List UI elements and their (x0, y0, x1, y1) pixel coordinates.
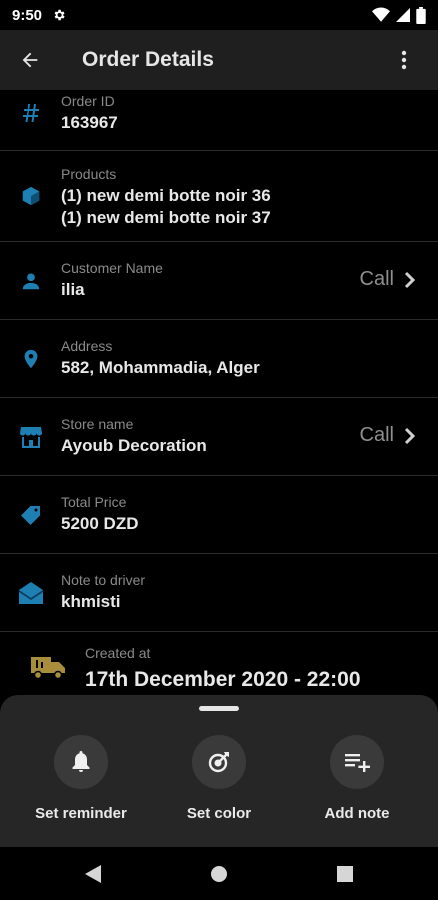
row-created-at: Created at 17th December 2020 - 22:00 (0, 632, 438, 696)
price-tag-icon (18, 502, 44, 528)
set-color-button[interactable]: Set color (159, 735, 279, 822)
back-button[interactable] (2, 32, 58, 88)
address-label: Address (61, 338, 113, 354)
nav-back-button[interactable] (82, 863, 104, 885)
nav-back-icon (85, 865, 101, 883)
chevron-right-icon (404, 427, 416, 444)
settings-gear-icon (54, 9, 65, 21)
total-price-value: 5200 DZD (61, 514, 139, 533)
delivery-truck-icon (28, 648, 68, 684)
bell-icon (72, 751, 90, 772)
app-bar: Order Details (0, 30, 438, 90)
nav-recents-icon (337, 866, 353, 882)
order-details-list: Order ID 163967 Products (1) new demi bo… (0, 90, 438, 696)
row-customer-name: Customer Name ilia Call (0, 242, 438, 320)
products-label: Products (61, 166, 117, 182)
call-customer-button[interactable]: Call (360, 268, 416, 291)
bottom-sheet: Set reminder Set color Add note (0, 695, 438, 847)
store-name-label: Store name (61, 416, 134, 432)
call-label: Call (359, 268, 394, 290)
status-time: 9:50 (12, 6, 43, 24)
color-target-icon (208, 752, 229, 773)
set-reminder-circle[interactable] (54, 735, 108, 789)
store-icon (18, 424, 44, 450)
call-store-button[interactable]: Call (360, 424, 416, 447)
location-pin-icon (18, 346, 44, 372)
person-icon (18, 268, 44, 294)
playlist-add-icon (345, 754, 370, 772)
address-value: 582, Mohammadia, Alger (61, 358, 260, 377)
nav-recents-button[interactable] (334, 863, 356, 885)
wifi-icon (372, 7, 390, 22)
note-label: Note to driver (61, 572, 146, 588)
row-store-name: Store name Ayoub Decoration Call (0, 398, 438, 476)
envelope-icon (18, 580, 44, 606)
sheet-drag-handle[interactable] (199, 706, 239, 711)
store-name-value: Ayoub Decoration (61, 436, 207, 455)
product-item: (1) new demi botte noir 36 (61, 186, 271, 205)
set-color-label: Set color (186, 805, 252, 822)
created-at-label: Created at (85, 645, 151, 661)
system-navigation-bar (0, 847, 438, 900)
customer-name-label: Customer Name (61, 260, 163, 276)
row-address: Address 582, Mohammadia, Alger (0, 320, 438, 398)
cellular-signal-icon (396, 8, 410, 22)
add-note-circle[interactable] (330, 735, 384, 789)
add-note-label: Add note (324, 805, 390, 822)
page-title: Order Details (82, 48, 214, 71)
chevron-right-icon (404, 271, 416, 288)
set-reminder-button[interactable]: Set reminder (21, 735, 141, 822)
call-label: Call (359, 424, 394, 446)
customer-name-value: ilia (61, 280, 85, 299)
row-note-to-driver: Note to driver khmisti (0, 554, 438, 632)
more-options-button[interactable] (380, 36, 428, 84)
order-id-value: 163967 (61, 113, 118, 132)
product-item: (1) new demi botte noir 37 (61, 208, 271, 227)
status-bar: 9:50 (0, 0, 438, 30)
battery-icon (416, 6, 426, 24)
nav-home-button[interactable] (208, 863, 230, 885)
created-at-value: 17th December 2020 - 22:00 (85, 668, 361, 691)
row-total-price: Total Price 5200 DZD (0, 476, 438, 554)
box-icon (18, 183, 44, 209)
total-price-label: Total Price (61, 494, 127, 510)
nav-home-icon (211, 866, 227, 882)
note-value: khmisti (61, 592, 121, 611)
row-order-id: Order ID 163967 (0, 90, 438, 151)
add-note-button[interactable]: Add note (297, 735, 417, 822)
hash-icon (18, 100, 44, 126)
arrow-back-icon (22, 52, 38, 68)
order-id-label: Order ID (61, 93, 115, 109)
set-color-circle[interactable] (192, 735, 246, 789)
row-products: Products (1) new demi botte noir 36 (1) … (0, 151, 438, 242)
more-vert-icon (401, 50, 407, 70)
set-reminder-label: Set reminder (35, 805, 127, 822)
